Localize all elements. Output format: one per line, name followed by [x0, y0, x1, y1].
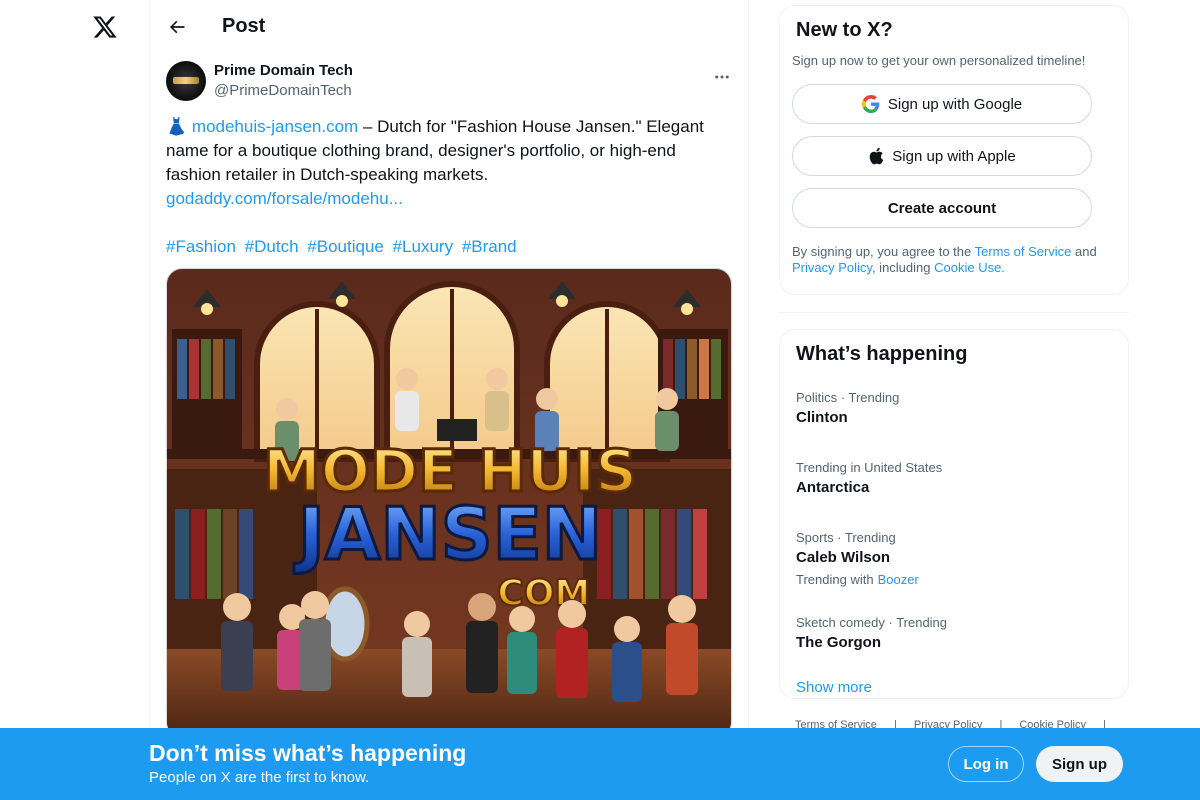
post-column: Post Prime Domain Tech @PrimeDomainTech …: [149, 0, 749, 800]
post-text: 👗 modehuis-jansen.com – Dutch for "Fashi…: [150, 103, 748, 259]
trend-with-label: Trending with: [796, 572, 874, 587]
domain-link[interactable]: modehuis-jansen.com: [192, 117, 358, 136]
trend-meta: Trending in United States: [796, 460, 943, 475]
privacy-policy-link[interactable]: Privacy Policy: [792, 260, 872, 275]
google-signup-label: Sign up with Google: [887, 95, 1023, 113]
create-account-button[interactable]: Create account: [792, 188, 1092, 228]
sale-link[interactable]: godaddy.com/forsale/modehu...: [166, 189, 403, 208]
page-title: Post: [222, 15, 266, 37]
post-header: Post: [150, 0, 748, 53]
apple-icon: [868, 147, 884, 165]
trend-item[interactable]: Sketch comedy · Trending The Gorgon: [796, 615, 1112, 653]
trend-name: Antarctica: [796, 479, 870, 496]
dress-emoji: 👗: [166, 117, 188, 136]
terms-text: , including: [871, 260, 935, 275]
apple-signup-button[interactable]: Sign up with Apple: [792, 136, 1092, 176]
sidebar-divider: [779, 312, 1129, 313]
terms-text: By signing up, you agree to the: [792, 244, 975, 259]
trends-title: What’s happening: [796, 343, 968, 365]
hashtag-link[interactable]: #Brand: [462, 237, 517, 256]
trend-name: Clinton: [796, 409, 848, 426]
back-arrow-icon[interactable]: [166, 16, 188, 38]
signup-title: New to X?: [796, 19, 893, 41]
sign-line2: JANSEN: [293, 492, 602, 576]
terms-text: and: [1071, 244, 1097, 259]
trends-card: What’s happening Politics · Trending Cli…: [779, 329, 1129, 699]
trend-item[interactable]: Politics · Trending Clinton: [796, 390, 1112, 428]
hashtag-link[interactable]: #Fashion: [166, 237, 236, 256]
show-more-link[interactable]: Show more: [796, 679, 1112, 696]
banner-title: Don’t miss what’s happening: [149, 740, 467, 766]
trend-meta: Politics · Trending: [796, 390, 900, 405]
x-logo-icon[interactable]: [92, 14, 118, 40]
google-icon: [861, 95, 880, 113]
trend-name: Caleb Wilson: [796, 549, 891, 566]
banner-subtitle: People on X are the first to know.: [149, 769, 370, 786]
signup-terms: By signing up, you agree to the Terms of…: [792, 244, 1112, 276]
post-image[interactable]: MODE HUIS JANSEN .COM: [166, 268, 732, 738]
trend-name: The Gorgon: [796, 634, 881, 651]
trend-item[interactable]: Sports · Trending Caleb Wilson Trending …: [796, 530, 1112, 587]
hashtag-link[interactable]: #Dutch: [245, 237, 299, 256]
author-handle[interactable]: @PrimeDomainTech: [214, 81, 353, 101]
cookie-use-link[interactable]: Cookie Use.: [934, 260, 1005, 275]
more-options-icon[interactable]: [712, 67, 732, 87]
trend-meta: Sports · Trending: [796, 530, 896, 545]
apple-signup-label: Sign up with Apple: [892, 147, 1016, 165]
hashtags: #Fashion #Dutch #Boutique #Luxury #Brand: [166, 235, 732, 259]
post-author: Prime Domain Tech @PrimeDomainTech: [150, 53, 748, 103]
hashtag-link[interactable]: #Luxury: [393, 237, 453, 256]
terms-of-service-link[interactable]: Terms of Service: [975, 244, 1072, 259]
author-name[interactable]: Prime Domain Tech: [214, 61, 353, 81]
hashtag-link[interactable]: #Boutique: [307, 237, 384, 256]
signup-button[interactable]: Sign up: [1036, 746, 1123, 782]
login-button[interactable]: Log in: [948, 746, 1024, 782]
signup-subtitle: Sign up now to get your own personalized…: [792, 53, 1086, 68]
avatar[interactable]: [166, 60, 206, 101]
signup-banner: Don’t miss what’s happening People on X …: [0, 728, 1200, 800]
trend-with: Trending with Boozer: [796, 572, 1112, 587]
signup-card: New to X? Sign up now to get your own pe…: [779, 5, 1129, 295]
google-signup-button[interactable]: Sign up with Google: [792, 84, 1092, 124]
trend-item[interactable]: Trending in United States Antarctica: [796, 460, 1112, 498]
trend-meta: Sketch comedy · Trending: [796, 615, 948, 630]
right-sidebar: New to X? Sign up now to get your own pe…: [779, 5, 1129, 699]
trend-with-link[interactable]: Boozer: [878, 572, 919, 587]
